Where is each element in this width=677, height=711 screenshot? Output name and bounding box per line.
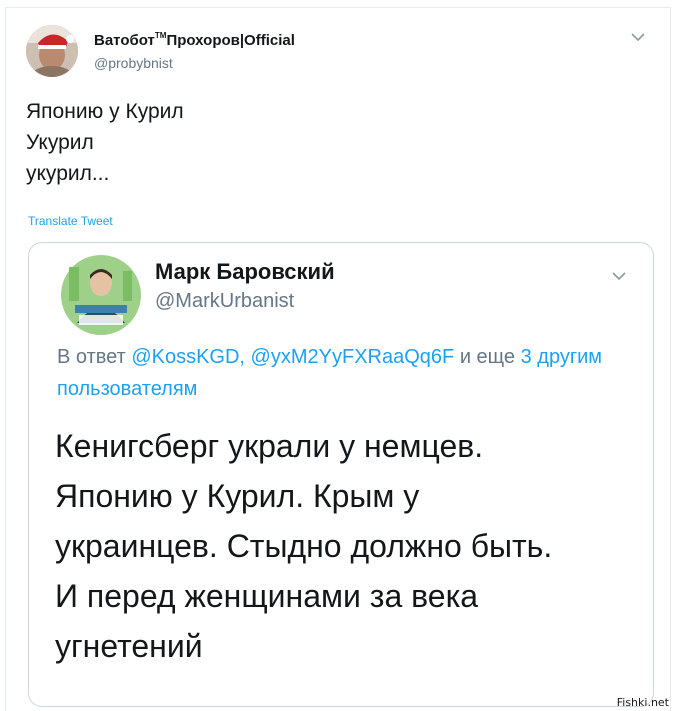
quoted-text-line: Кенигсберг украли у немцев.	[55, 428, 484, 464]
translate-tweet-link[interactable]: Translate Tweet	[28, 214, 113, 228]
quoted-tweet[interactable]: Марк Баровский @MarkUrbanist В ответ @Ko…	[28, 242, 654, 707]
quoted-author-handle[interactable]: @MarkUrbanist	[155, 290, 294, 313]
author-name[interactable]: ВатоботTMПрохоров|Official	[94, 31, 295, 49]
tweet-text-line: Японию у Курил	[26, 100, 184, 123]
trademark-sup: TM	[154, 31, 167, 40]
tweet-text: Японию у Курил Укурил укурил...	[26, 96, 184, 189]
quoted-text-line: украинцев. Стыдно должно быть.	[55, 528, 553, 564]
quoted-author-avatar[interactable]	[59, 253, 143, 337]
chevron-down-icon[interactable]	[611, 271, 627, 281]
quoted-text-line: Японию у Курил. Крым у	[55, 478, 420, 514]
quoted-author-name[interactable]: Марк Баровский	[155, 259, 335, 285]
tweet-text-line: Укурил	[26, 131, 94, 154]
quoted-text-line: И перед женщинами за века	[55, 578, 479, 614]
chevron-down-icon[interactable]	[630, 32, 646, 42]
quoted-text-line: угнетений	[55, 628, 203, 664]
reply-context: В ответ @KossKGD, @yxM2YyFXRaaQq6F и еще…	[57, 346, 603, 400]
tweet-text-line: укурил...	[26, 162, 110, 185]
quoted-tweet-text: Кенигсберг украли у немцев. Японию у Кур…	[55, 421, 640, 671]
watermark: Fishki.net	[616, 696, 669, 709]
reply-mentions-link[interactable]: @KossKGD, @yxM2YyFXRaaQq6F	[131, 346, 454, 368]
author-avatar[interactable]	[26, 25, 78, 77]
tweet-card: ВатоботTMПрохоров|Official @probybnist Я…	[5, 7, 671, 711]
author-handle[interactable]: @probybnist	[94, 55, 173, 71]
